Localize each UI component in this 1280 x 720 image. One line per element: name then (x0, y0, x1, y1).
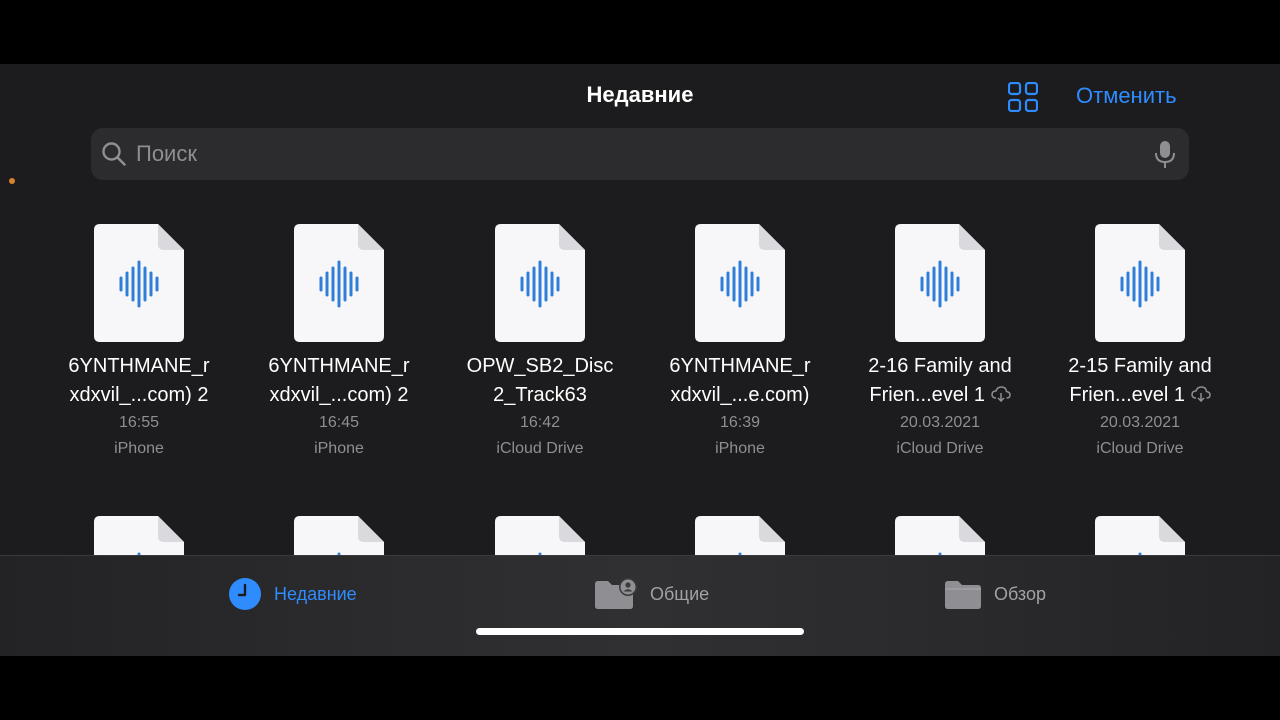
tab-recents[interactable]: Недавние (228, 576, 357, 612)
file-name-line1: 6YNTHMANE_r (268, 355, 410, 377)
cloud-download-icon (1190, 386, 1211, 402)
file-name-line1: 6YNTHMANE_r (669, 355, 811, 377)
tab-recents-label: Недавние (274, 583, 357, 604)
tab-browse-label: Обзор (994, 583, 1046, 604)
audio-file-icon (495, 224, 585, 342)
shared-folder-icon (595, 578, 637, 609)
file-item[interactable]: 2-15 Family and Frien...evel 1 20.03.202… (1040, 224, 1240, 462)
audio-file-icon (1095, 224, 1185, 342)
file-item[interactable]: OPW_SB2_Disc 2_Track63 16:42 iCloud Driv… (440, 224, 640, 462)
files-app-screen: Недавние Отменить Поиск 6YNTHMANE_r xdxv… (0, 64, 1280, 656)
file-name: 2-16 Family and Frien...evel 1 (840, 352, 1040, 410)
tab-browse[interactable]: Обзор (944, 576, 1046, 612)
file-name-line1: 2-16 Family and (868, 355, 1012, 377)
file-name-line1: 2-15 Family and (1068, 355, 1212, 377)
file-time: 16:45 (318, 414, 360, 431)
file-name-line1: OPW_SB2_Disc (466, 355, 614, 377)
file-time: 16:42 (519, 414, 561, 431)
folder-icon (945, 581, 981, 609)
file-location: iPhone (314, 440, 364, 457)
file-name-line2: xdxvil_...e.com) (670, 384, 810, 406)
file-name: 6YNTHMANE_r xdxvil_...com) 2 (239, 352, 439, 410)
file-name: OPW_SB2_Disc 2_Track63 (440, 352, 640, 410)
file-item[interactable]: 2-16 Family and Frien...evel 1 20.03.202… (840, 224, 1040, 462)
file-name-line2: Frien...evel 1 (840, 381, 1040, 410)
cloud-download-icon (990, 386, 1011, 402)
audio-file-icon (94, 224, 184, 342)
file-name-line1: 6YNTHMANE_r (68, 355, 210, 377)
home-indicator[interactable] (476, 628, 804, 635)
tab-shared[interactable]: Общие (594, 576, 709, 612)
tab-bar: Недавние Общие Обзор (0, 555, 1280, 656)
clock-icon (229, 578, 261, 610)
file-item[interactable]: 6YNTHMANE_r xdxvil_...e.com) 16:39 iPhon… (640, 224, 840, 462)
file-location: iPhone (114, 440, 164, 457)
file-location: iCloud Drive (1096, 440, 1184, 457)
file-item[interactable]: 6YNTHMANE_r xdxvil_...com) 2 16:45 iPhon… (239, 224, 439, 462)
file-time: 20.03.2021 (1099, 414, 1181, 431)
audio-file-icon (695, 224, 785, 342)
file-location: iPhone (715, 440, 765, 457)
file-name-line2: 2_Track63 (493, 384, 587, 406)
file-time: 16:39 (719, 414, 761, 431)
file-location: iCloud Drive (896, 440, 984, 457)
file-time: 20.03.2021 (899, 414, 981, 431)
file-name-line2: Frien...evel 1 (1040, 381, 1240, 410)
audio-file-icon (294, 224, 384, 342)
file-name-line2: xdxvil_...com) 2 (269, 384, 409, 406)
file-name-line2: xdxvil_...com) 2 (69, 384, 209, 406)
file-time: 16:55 (118, 414, 160, 431)
file-name: 2-15 Family and Frien...evel 1 (1040, 352, 1240, 410)
file-name: 6YNTHMANE_r xdxvil_...com) 2 (39, 352, 239, 410)
tab-shared-label: Общие (650, 583, 710, 604)
audio-file-icon (895, 224, 985, 342)
file-item[interactable]: 6YNTHMANE_r xdxvil_...com) 2 16:55 iPhon… (39, 224, 239, 462)
file-location: iCloud Drive (496, 440, 584, 457)
file-name: 6YNTHMANE_r xdxvil_...e.com) (640, 352, 840, 410)
